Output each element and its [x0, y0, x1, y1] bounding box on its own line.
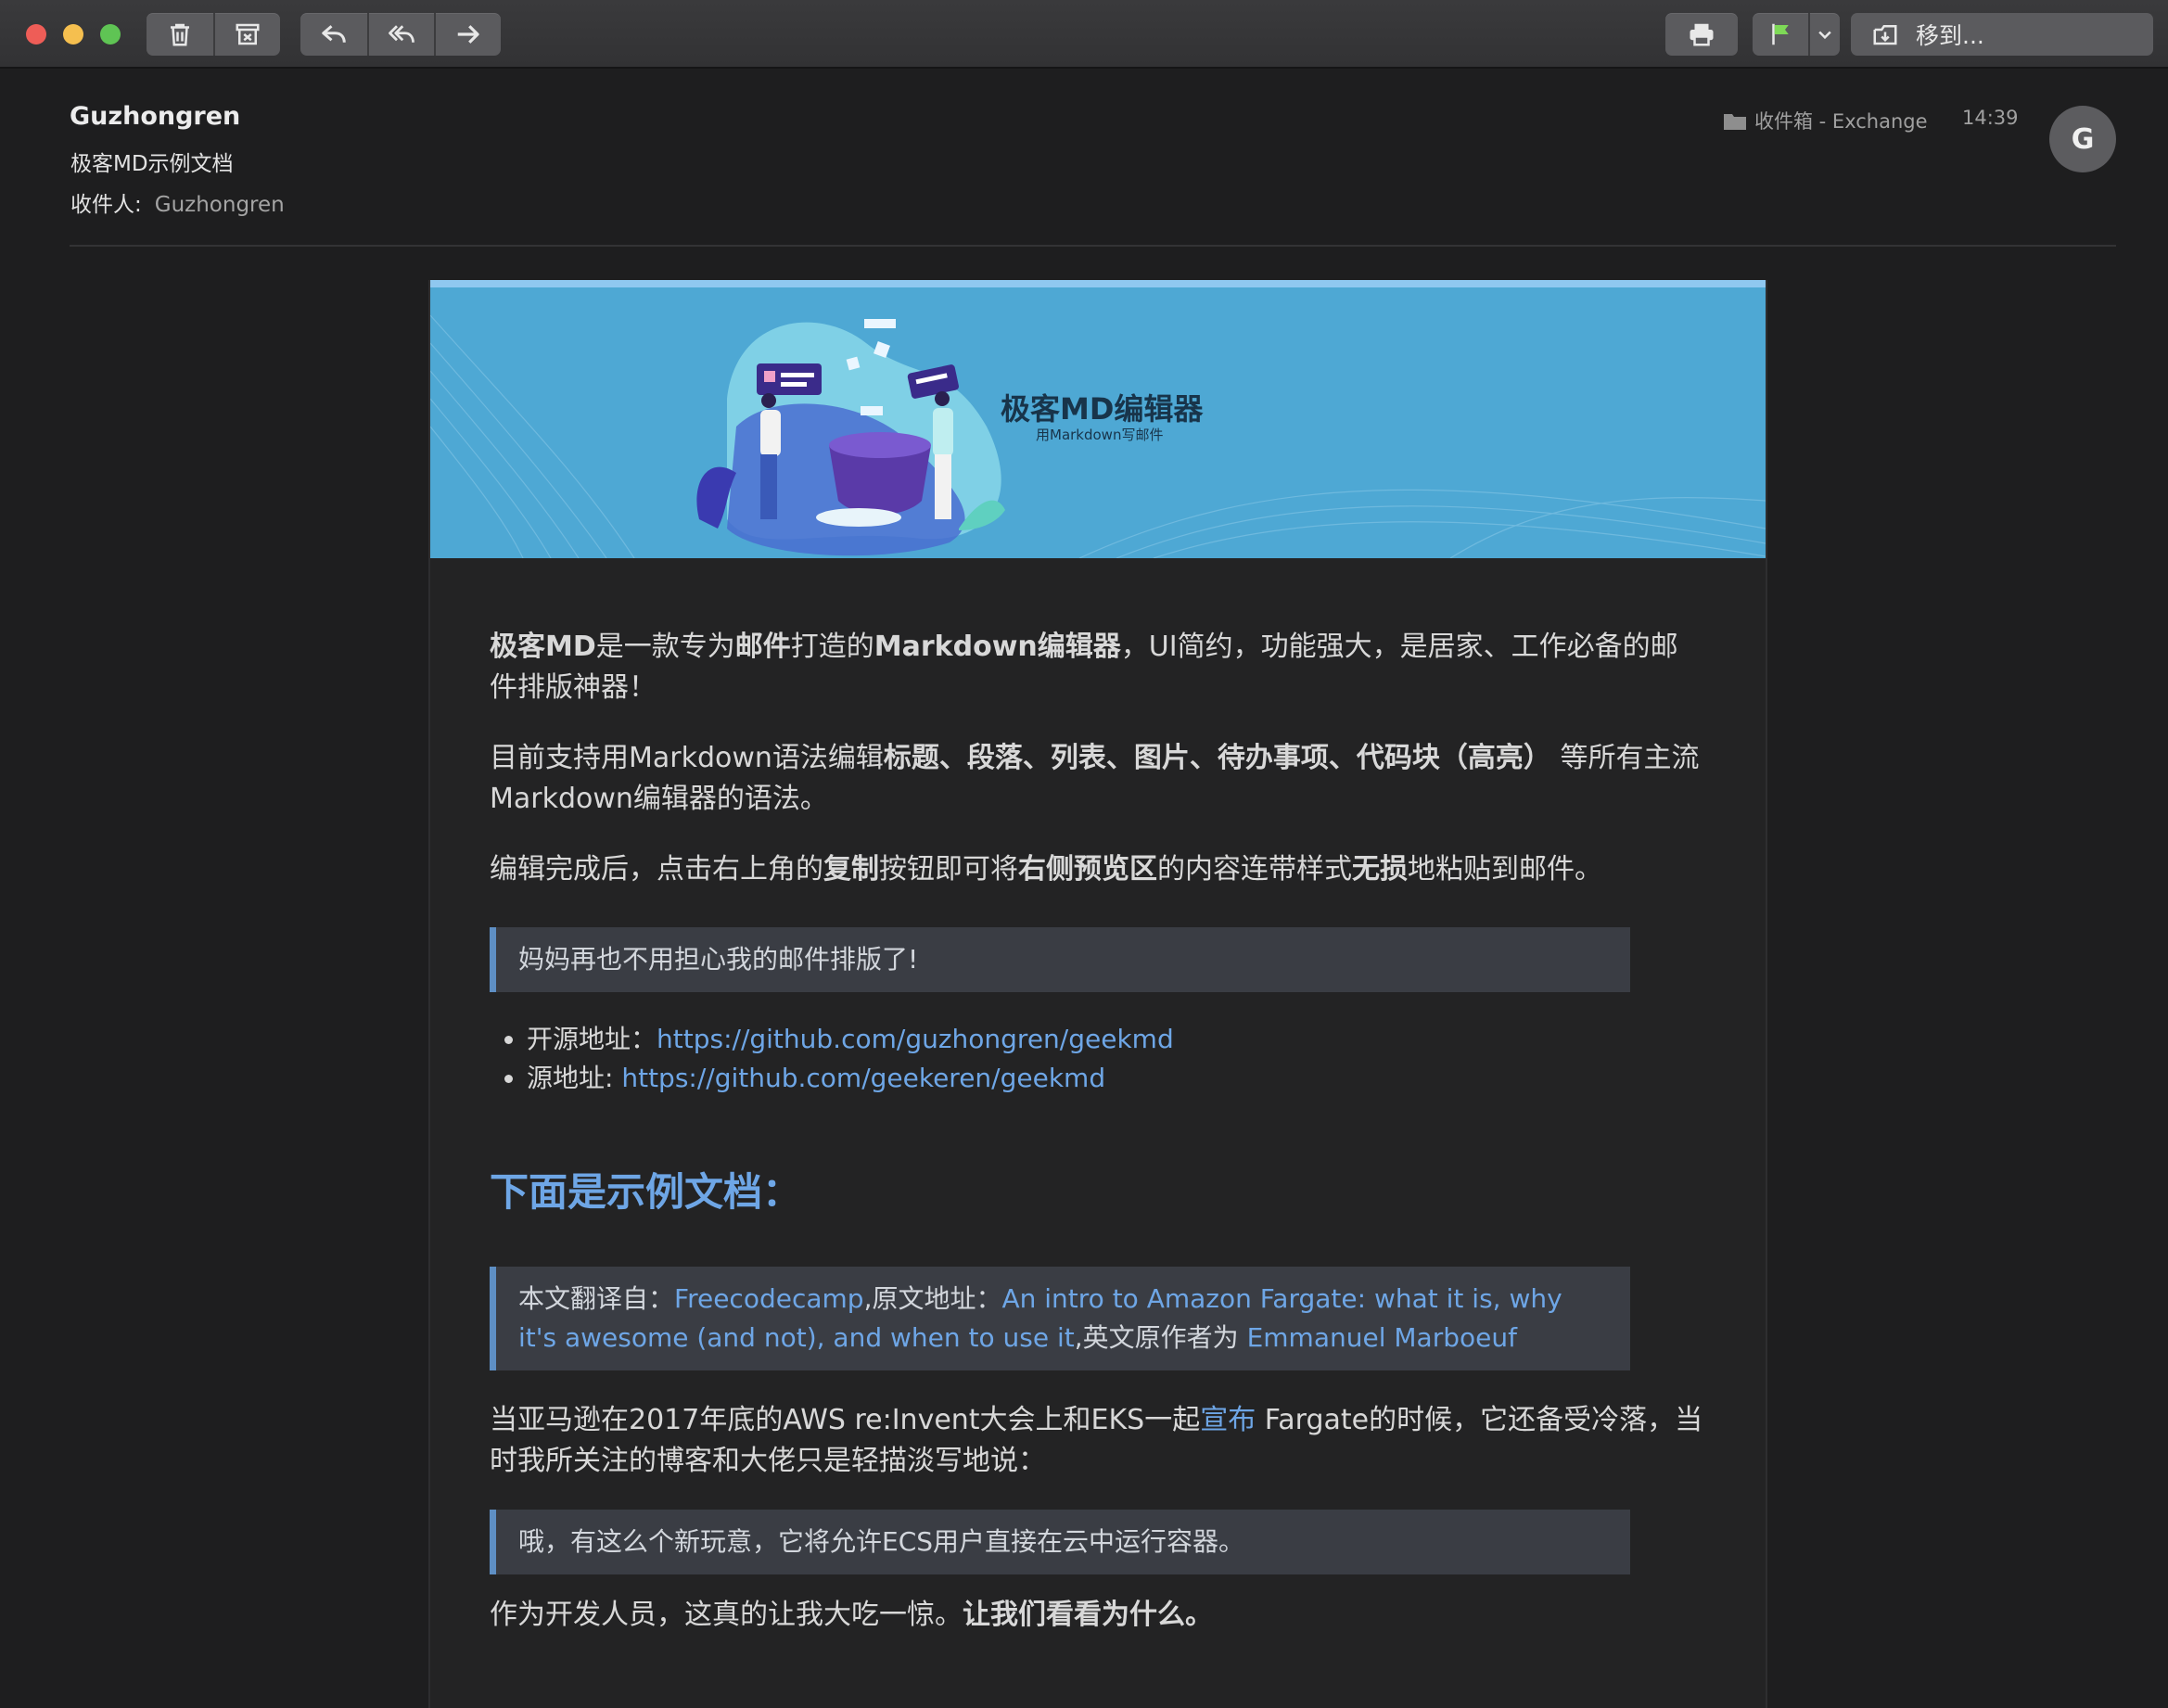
usage-bold-lossless: 无损: [1352, 853, 1408, 886]
chevron-down-icon: [1818, 31, 1831, 40]
mailbox-folder: 收件箱 - Exchange: [1723, 107, 1928, 134]
delete-button[interactable]: [147, 13, 213, 56]
archive-icon: [236, 23, 260, 45]
reply-forward-group: [300, 13, 501, 56]
usage-bold-copy: 复制: [823, 853, 879, 886]
intro-bold-editor: Markdown编辑器: [874, 631, 1121, 663]
features-bold-list: 标题、段落、列表、图片、待办事项、代码块（高亮）: [883, 742, 1551, 774]
author-link[interactable]: Emmanuel Marboeuf: [1247, 1322, 1517, 1353]
minimize-window-button[interactable]: [63, 24, 83, 45]
usage-paragraph: 编辑完成后，点击右上角的复制按钮即可将右侧预览区的内容连带样式无损地粘贴到邮件。: [490, 849, 1704, 890]
forward-arrow-icon: [457, 25, 479, 44]
intro-bold-geekmd: 极客MD: [490, 631, 596, 663]
developer-text: 作为开发人员，这真的让我大吃一惊。: [490, 1599, 963, 1631]
links-list: 开源地址：https://github.com/guzhongren/geekm…: [453, 1020, 1174, 1098]
translation-text-2: ,原文地址：: [863, 1283, 1002, 1314]
folder-label: 收件箱 - Exchange: [1754, 110, 1928, 133]
list-item-source: 源地址: https://github.com/geekeren/geekmd: [527, 1059, 1174, 1098]
blockquote-tagline: 妈妈再也不用担心我的邮件排版了!: [490, 927, 1630, 992]
reply-all-icon: [389, 25, 414, 43]
reply-icon: [322, 25, 346, 43]
print-group: [1665, 13, 1738, 56]
sender-avatar[interactable]: G: [2049, 106, 2116, 172]
opensource-label: 开源地址：: [527, 1024, 657, 1054]
fargate-text-1: 当亚马逊在2017年底的AWS re:Invent大会上和EKS一起: [490, 1404, 1201, 1436]
email-body: 极客MD编辑器 用Markdown写邮件: [428, 280, 1767, 1708]
close-window-button[interactable]: [26, 24, 46, 45]
sender-name: Guzhongren: [70, 102, 241, 131]
intro-text-1: 是一款专为: [595, 631, 735, 663]
recipient-name[interactable]: Guzhongren: [155, 193, 285, 217]
list-item-opensource: 开源地址：https://github.com/guzhongren/geekm…: [527, 1020, 1174, 1059]
delete-archive-group: [147, 13, 280, 56]
trash-icon: [171, 23, 189, 46]
intro-bold-mail: 邮件: [734, 631, 791, 663]
recipient-label: 收件人:: [70, 193, 142, 217]
usage-text-4: 地粘贴到邮件。: [1408, 853, 1602, 886]
move-to-folder-icon: [1873, 25, 1897, 45]
print-button[interactable]: [1665, 13, 1738, 56]
message-subject: 极客MD示例文档: [70, 152, 234, 176]
freecodecamp-link[interactable]: Freecodecamp: [674, 1283, 864, 1314]
source-link[interactable]: https://github.com/geekeren/geekmd: [621, 1063, 1105, 1093]
reply-all-button[interactable]: [367, 13, 434, 56]
translation-text-3: ,英文原作者为: [1074, 1322, 1247, 1353]
opensource-link[interactable]: https://github.com/guzhongren/geekmd: [657, 1024, 1174, 1054]
move-to-button[interactable]: 移到...: [1851, 13, 2153, 56]
reply-button[interactable]: [300, 13, 367, 56]
translation-text-1: 本文翻译自：: [518, 1283, 675, 1314]
intro-paragraph: 极客MD是一款专为邮件打造的Markdown编辑器，UI简约，功能强大，是居家、…: [490, 627, 1704, 708]
banner-subtitle: 用Markdown写邮件: [1036, 427, 1164, 443]
developer-bold: 让我们看看为什么。: [963, 1599, 1213, 1631]
source-label: 源地址:: [527, 1063, 622, 1093]
banner-image: 极客MD编辑器 用Markdown写邮件: [430, 280, 1766, 558]
flag-icon: [1772, 23, 1789, 45]
folder-icon: [1724, 114, 1746, 130]
move-to-label: 移到...: [1916, 22, 1984, 49]
blockquote-ecs: 哦，有这么个新玩意，它将允许ECS用户直接在云中运行容器。: [490, 1510, 1630, 1574]
forward-button[interactable]: [434, 13, 501, 56]
usage-bold-preview: 右侧预览区: [1018, 853, 1157, 886]
blockquote-translation: 本文翻译自：Freecodecamp,原文地址：An intro to Amaz…: [490, 1267, 1630, 1370]
features-paragraph: 目前支持用Markdown语法编辑标题、段落、列表、图片、待办事项、代码块（高亮…: [490, 738, 1704, 820]
archive-button[interactable]: [213, 13, 280, 56]
flag-button[interactable]: [1753, 13, 1808, 56]
usage-text-3: 的内容连带样式: [1157, 853, 1352, 886]
intro-text-2: 打造的: [790, 631, 874, 663]
flag-group: [1753, 13, 1840, 56]
fargate-paragraph: 当亚马逊在2017年底的AWS re:Invent大会上和EKS一起宣布 Far…: [490, 1400, 1704, 1482]
announce-link[interactable]: 宣布: [1200, 1404, 1256, 1436]
usage-text-2: 按钮即可将: [879, 853, 1018, 886]
section-heading: 下面是示例文档：: [490, 1169, 802, 1215]
header-divider: [70, 245, 2116, 247]
developer-paragraph: 作为开发人员，这真的让我大吃一惊。让我们看看为什么。: [490, 1595, 1704, 1636]
toolbar: 移到...: [0, 0, 2168, 69]
features-text-1: 目前支持用Markdown语法编辑: [490, 742, 884, 774]
message-time: 14:39: [1962, 107, 2019, 129]
banner-title: 极客MD编辑器: [1001, 391, 1204, 427]
printer-icon: [1690, 23, 1714, 46]
flag-menu-button[interactable]: [1808, 13, 1840, 56]
zoom-window-button[interactable]: [100, 24, 121, 45]
usage-text-1: 编辑完成后，点击右上角的: [490, 853, 823, 886]
recipient-line: 收件人: Guzhongren: [70, 186, 285, 218]
